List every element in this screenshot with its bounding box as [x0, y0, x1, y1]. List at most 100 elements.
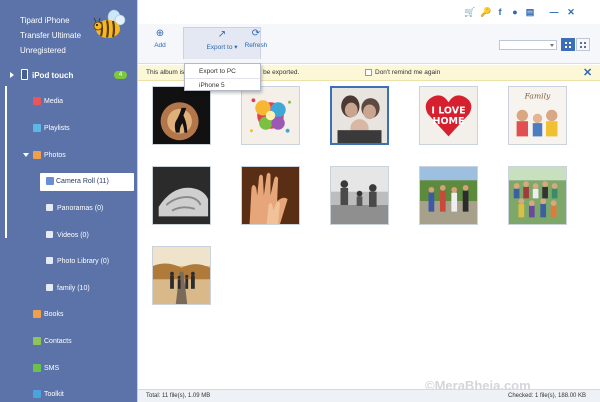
playlist-icon	[33, 124, 41, 132]
sidebar-item-family[interactable]: family (10)	[46, 280, 131, 298]
photo-silhouette-sunset	[153, 87, 210, 144]
sidebar-item-photo-library[interactable]: Photo Library (0)	[46, 253, 131, 271]
photo-paint-splash	[242, 87, 299, 144]
export-icon: ↗	[217, 29, 227, 40]
filter-dropdown[interactable]	[499, 40, 557, 50]
chevron-down-icon	[550, 44, 554, 47]
sidebar-item-label: Contacts	[44, 338, 72, 345]
photo-thumbnail[interactable]: Family	[508, 86, 567, 145]
sidebar-item-media[interactable]: Media	[33, 93, 123, 111]
grid-view-button[interactable]	[561, 38, 575, 51]
sidebar-item-label: Camera Roll (11)	[56, 178, 109, 185]
dont-remind-checkbox[interactable]	[365, 69, 372, 76]
sidebar-item-photos[interactable]: Photos	[33, 147, 123, 165]
menu-icon[interactable]: ▤	[525, 7, 535, 17]
chevron-down-icon: ▾	[234, 44, 238, 51]
sidebar-item-sms[interactable]: SMS	[33, 360, 123, 378]
music-icon	[33, 97, 41, 105]
sidebar-item-label: Videos (0)	[57, 232, 89, 239]
app-title-line1: Tipard iPhone	[20, 16, 70, 25]
sidebar-item-books[interactable]: Books	[33, 306, 123, 324]
photo-thumbnail[interactable]	[330, 166, 389, 225]
sidebar-item-label: Toolkit	[44, 391, 64, 398]
photo-thumbnail[interactable]	[152, 86, 211, 145]
photo-thumbnail[interactable]	[152, 166, 211, 225]
ipod-icon	[21, 69, 28, 80]
photo-thumbnail[interactable]: I LOVE HOME	[419, 86, 478, 145]
photo-baby-hands	[242, 167, 299, 224]
sidebar-item-label: Playlists	[44, 125, 70, 132]
add-button[interactable]: ⊕ Add	[147, 27, 173, 59]
menu-item-iphone5[interactable]: iPhone 5	[185, 78, 260, 91]
photo-thumbnail-selected[interactable]	[330, 86, 389, 145]
photo-library-icon	[46, 257, 53, 264]
sidebar-item-toolkit[interactable]: Toolkit	[33, 386, 123, 402]
heart-text-line2: HOME	[433, 116, 465, 127]
device-badge: 4	[114, 71, 127, 79]
status-total: Total: 11 file(s), 1.09 MB	[146, 393, 211, 399]
photo-thumbnail[interactable]	[152, 246, 211, 305]
photo-family-beach-bw	[331, 167, 388, 224]
chat-icon[interactable]: ●	[510, 7, 520, 17]
sidebar-item-camera-roll[interactable]: Camera Roll (11)	[40, 173, 134, 191]
app-brand: Tipard iPhone Transfer Ultimate Unregist…	[0, 0, 137, 62]
cart-icon[interactable]: 🛒	[464, 7, 475, 17]
panorama-icon	[46, 204, 53, 211]
add-label: Add	[154, 42, 166, 49]
sidebar-item-playlists[interactable]: Playlists	[33, 120, 123, 138]
photo-hands-bw	[153, 167, 210, 224]
photo-thumbnail[interactable]	[419, 166, 478, 225]
sidebar-item-label: Panoramas (0)	[57, 205, 104, 212]
device-name: iPod touch	[32, 71, 74, 80]
minimize-icon[interactable]: —	[549, 7, 559, 17]
add-icon: ⊕	[155, 28, 165, 39]
app-title: Tipard iPhone Transfer Ultimate Unregist…	[20, 13, 81, 58]
refresh-button[interactable]: ⟳ Refresh	[239, 27, 273, 59]
sidebar-item-videos[interactable]: Videos (0)	[46, 227, 131, 245]
dont-remind-label[interactable]: Don't remind me again	[375, 69, 440, 76]
sms-icon	[33, 364, 41, 372]
device-row[interactable]: iPod touch 4	[0, 66, 137, 86]
refresh-label: Refresh	[244, 42, 268, 49]
sidebar-item-label: Media	[44, 98, 64, 105]
registration-status[interactable]: Unregistered	[20, 43, 81, 58]
close-notice-icon[interactable]: ✕	[583, 66, 592, 79]
title-bar: 🛒 🔑 f ● ▤ — ✕	[138, 0, 600, 26]
refresh-icon: ⟳	[251, 28, 261, 39]
sidebar-item-label: family (10)	[57, 285, 90, 292]
facebook-icon[interactable]: f	[495, 7, 505, 17]
menu-item-export-to-pc[interactable]: Export to PC	[185, 65, 260, 78]
sidebar-item-panoramas[interactable]: Panoramas (0)	[46, 200, 131, 218]
photo-thumbnail[interactable]	[241, 166, 300, 225]
sidebar: Tipard iPhone Transfer Ultimate Unregist…	[0, 0, 137, 402]
export-menu: Export to PC iPhone 5	[184, 63, 261, 91]
photo-thumbnail[interactable]	[241, 86, 300, 145]
album-icon	[46, 284, 53, 291]
photo-family-railroad	[153, 247, 210, 304]
list-view-button[interactable]	[576, 38, 590, 51]
photo-large-family-group	[509, 167, 566, 224]
photo-family-group-outdoor	[420, 167, 477, 224]
sidebar-item-label: SMS	[44, 365, 60, 372]
key-icon[interactable]: 🔑	[480, 7, 491, 17]
sidebar-item-label: Books	[44, 311, 64, 318]
close-icon[interactable]: ✕	[566, 7, 576, 17]
small-grid-icon	[580, 42, 586, 48]
photo-family-portrait	[332, 88, 387, 143]
bee-logo-icon	[93, 9, 126, 38]
toolkit-icon	[33, 390, 41, 398]
sidebar-item-label: Photos	[44, 152, 66, 159]
photo-thumbnail[interactable]	[508, 166, 567, 225]
app-title-line2: Transfer Ultimate	[20, 31, 82, 40]
contacts-icon	[33, 337, 41, 345]
photos-icon	[33, 151, 41, 159]
photo-family-kids: Family	[509, 87, 566, 144]
books-icon	[33, 310, 41, 318]
video-icon	[46, 231, 53, 238]
sidebar-item-contacts[interactable]: Contacts	[33, 333, 123, 351]
expand-caret-icon[interactable]	[10, 72, 14, 78]
grid-icon	[565, 42, 571, 48]
tree-line	[5, 86, 7, 238]
collapse-caret-icon[interactable]	[23, 153, 29, 157]
family-caption: Family	[524, 91, 551, 100]
